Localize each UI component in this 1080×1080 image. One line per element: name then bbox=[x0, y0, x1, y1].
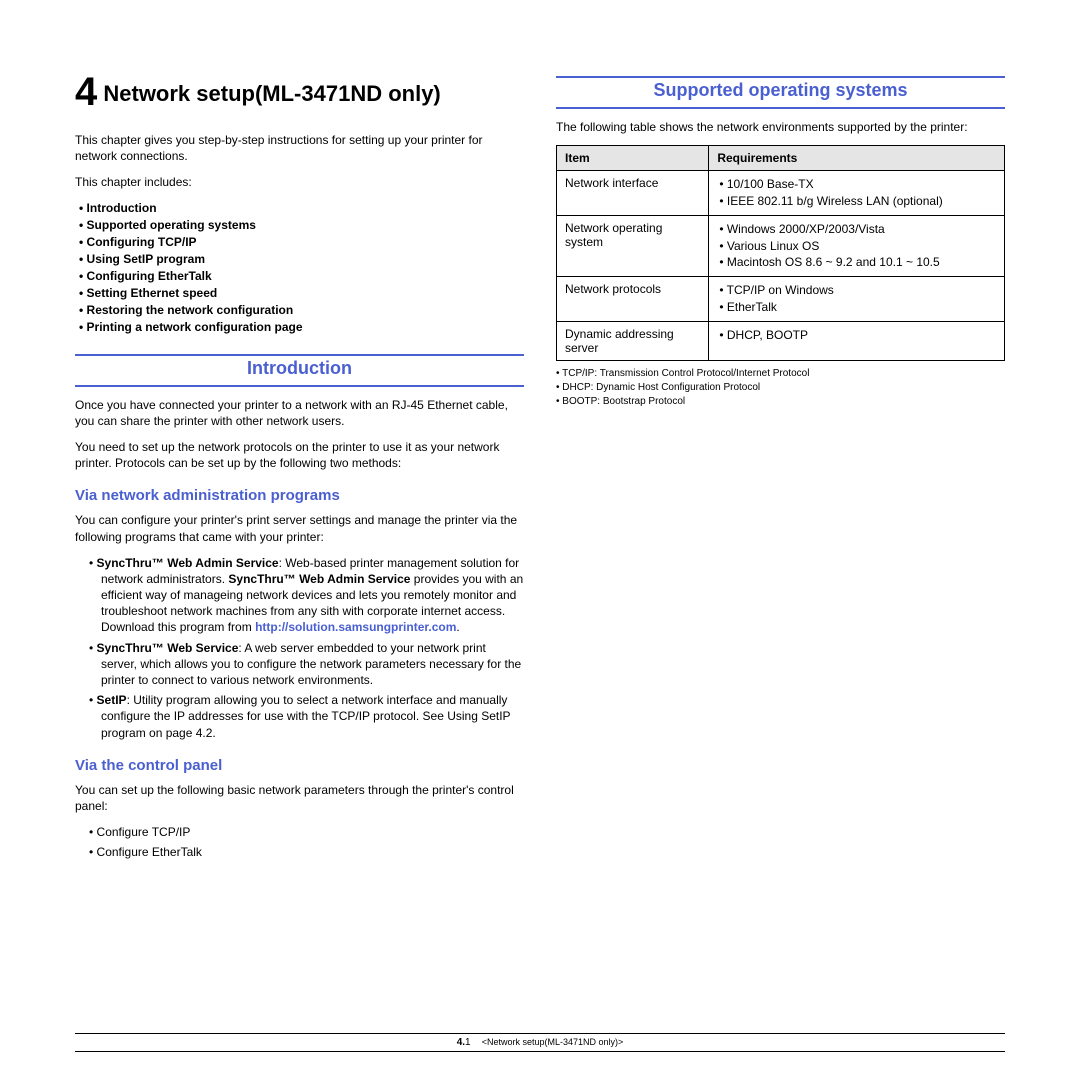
subsection-title-admin: Via network administration programs bbox=[75, 487, 524, 504]
table-row: Network protocols TCP/IP on Windows Ethe… bbox=[557, 277, 1005, 322]
requirements-table: Item Requirements Network interface 10/1… bbox=[556, 145, 1005, 361]
intro-p2: You need to set up the network protocols… bbox=[75, 439, 524, 471]
section-rule bbox=[75, 385, 524, 387]
bold-label: SetIP bbox=[97, 693, 127, 707]
bold-label: SyncThru™ Web Admin Service bbox=[228, 572, 410, 586]
intro-paragraph: This chapter gives you step-by-step inst… bbox=[75, 132, 524, 164]
toc-item[interactable]: Configuring EtherTalk bbox=[89, 269, 524, 283]
page-number-bold: 4. bbox=[457, 1037, 465, 1048]
section-title-introduction: Introduction bbox=[75, 358, 524, 379]
page-footer: 4.1 <Network setup(ML-3471ND only)> bbox=[75, 1033, 1005, 1052]
table-row: Network operating system Windows 2000/XP… bbox=[557, 215, 1005, 276]
table-row: Dynamic addressing server DHCP, BOOTP bbox=[557, 321, 1005, 360]
section-rule bbox=[75, 354, 524, 356]
th-item: Item bbox=[557, 146, 709, 171]
includes-label: This chapter includes: bbox=[75, 174, 524, 190]
panel-lead: You can set up the following basic netwo… bbox=[75, 782, 524, 814]
item-cell: Network interface bbox=[557, 171, 709, 216]
panel-item: Configure TCP/IP bbox=[101, 824, 524, 840]
toc-item[interactable]: Using SetIP program bbox=[89, 252, 524, 266]
bold-label: SyncThru™ Web Admin Service bbox=[97, 556, 279, 570]
admin-item-syncthru-admin: SyncThru™ Web Admin Service: Web-based p… bbox=[101, 555, 524, 636]
download-link[interactable]: http://solution.samsungprinter.com bbox=[255, 620, 456, 634]
admin-item-syncthru-web: SyncThru™ Web Service: A web server embe… bbox=[101, 640, 524, 689]
toc-item[interactable]: Configuring TCP/IP bbox=[89, 235, 524, 249]
chapter-number: 4 bbox=[75, 70, 97, 114]
footnote: TCP/IP: Transmission Control Protocol/In… bbox=[556, 367, 1005, 381]
item-cell: Network operating system bbox=[557, 215, 709, 276]
toc-item[interactable]: Supported operating systems bbox=[89, 218, 524, 232]
req-cell: 10/100 Base-TX IEEE 802.11 b/g Wireless … bbox=[709, 171, 1005, 216]
subsection-title-panel: Via the control panel bbox=[75, 757, 524, 774]
section-rule bbox=[556, 107, 1005, 109]
chapter-title-text: Network setup(ML-3471ND only) bbox=[103, 81, 440, 106]
item-cell: Network protocols bbox=[557, 277, 709, 322]
page-number: 1 bbox=[465, 1037, 471, 1048]
bold-label: SyncThru™ Web Service bbox=[97, 641, 239, 655]
section-rule bbox=[556, 76, 1005, 78]
table-row: Network interface 10/100 Base-TX IEEE 80… bbox=[557, 171, 1005, 216]
th-req: Requirements bbox=[709, 146, 1005, 171]
toc-item[interactable]: Printing a network configuration page bbox=[89, 320, 524, 334]
toc-item[interactable]: Introduction bbox=[89, 201, 524, 215]
item-cell: Dynamic addressing server bbox=[557, 321, 709, 360]
footnotes: TCP/IP: Transmission Control Protocol/In… bbox=[556, 367, 1005, 409]
intro-p1: Once you have connected your printer to … bbox=[75, 397, 524, 429]
toc-item[interactable]: Setting Ethernet speed bbox=[89, 286, 524, 300]
toc-list: Introduction Supported operating systems… bbox=[75, 201, 524, 334]
req-cell: TCP/IP on Windows EtherTalk bbox=[709, 277, 1005, 322]
admin-bullets: SyncThru™ Web Admin Service: Web-based p… bbox=[75, 555, 524, 741]
admin-lead: You can configure your printer's print s… bbox=[75, 512, 524, 544]
chapter-title: 4 Network setup(ML-3471ND only) bbox=[75, 70, 524, 114]
admin-item-setip: SetIP: Utility program allowing you to s… bbox=[101, 692, 524, 741]
footnote: BOOTP: Bootstrap Protocol bbox=[556, 395, 1005, 409]
req-cell: Windows 2000/XP/2003/Vista Various Linux… bbox=[709, 215, 1005, 276]
footer-chapter-ref: <Network setup(ML-3471ND only)> bbox=[482, 1037, 624, 1047]
panel-item: Configure EtherTalk bbox=[101, 844, 524, 860]
section-title-supported: Supported operating systems bbox=[556, 80, 1005, 101]
table-header-row: Item Requirements bbox=[557, 146, 1005, 171]
footnote: DHCP: Dynamic Host Configuration Protoco… bbox=[556, 381, 1005, 395]
supported-lead: The following table shows the network en… bbox=[556, 119, 1005, 135]
req-cell: DHCP, BOOTP bbox=[709, 321, 1005, 360]
panel-bullets: Configure TCP/IP Configure EtherTalk bbox=[75, 824, 524, 860]
toc-item[interactable]: Restoring the network configuration bbox=[89, 303, 524, 317]
